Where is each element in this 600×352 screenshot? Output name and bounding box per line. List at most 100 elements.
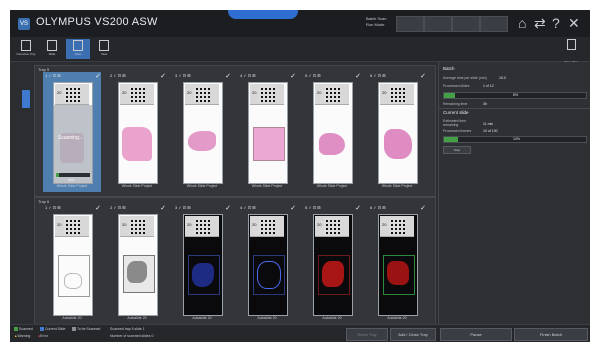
pause-button[interactable]: Pause — [440, 328, 512, 341]
slot-header[interactable]: 5 ✓ ⊡ ⊞ — [305, 73, 321, 78]
finish-batch-button[interactable]: Finish Batch — [514, 328, 588, 341]
slot-header[interactable]: 3 ✓ ⊡ ⊞ — [175, 73, 191, 78]
slide-slot[interactable]: 6 ✓ ⊡ ⊞ ✓ 20 Autoslide 20 — [368, 204, 426, 324]
checkmark-icon[interactable]: ✓ — [355, 72, 361, 80]
slide-slot[interactable]: 4 ✓ ⊡ ⊞ ✓ 20 Whole Slide Project — [238, 72, 296, 192]
qr-code-icon — [129, 218, 145, 234]
scanning-overlay: Scanning... 10% — [54, 105, 92, 183]
slide-slot[interactable]: 4 ✓ ⊡ ⊞ ✓ 20 Autoslide 20 — [238, 204, 296, 324]
checkmark-icon[interactable]: ✓ — [225, 204, 231, 212]
slide-glass[interactable]: 20 — [248, 214, 288, 316]
checkmark-icon[interactable]: ✓ — [95, 72, 101, 80]
checkmark-icon[interactable]: ✓ — [355, 204, 361, 212]
slide-glass[interactable]: 20 — [313, 82, 353, 184]
legend-to-be-scanned: To be Scanned — [72, 327, 100, 332]
slot-header[interactable]: 5 ✓ ⊡ ⊞ — [305, 205, 321, 210]
tray-panel: Tray 6 1 ✓ ⊡ ⊞ ✓ 20 Autoslide 20 2 ✓ ⊡ ⊞ ✓ 20 A… — [34, 197, 436, 325]
tool-label: Scan — [74, 52, 82, 56]
slide-slot[interactable]: 2 ✓ ⊡ ⊞ ✓ 20 Whole Slide Project — [108, 72, 166, 192]
tissue-section — [64, 273, 82, 289]
tissue-section — [319, 133, 345, 155]
slot-header[interactable]: 1 ✓ ⊡ ⊞ — [45, 205, 61, 210]
slide-glass[interactable]: 20 — [378, 82, 418, 184]
checkmark-icon[interactable]: ✓ — [225, 72, 231, 80]
camera-icon[interactable] — [396, 16, 424, 32]
tool-view[interactable]: View — [92, 39, 116, 59]
slide-slot[interactable]: 2 ✓ ⊡ ⊞ ✓ 20 Autoslide 20 — [108, 204, 166, 324]
grid-icon[interactable] — [452, 16, 480, 32]
qr-code-icon — [389, 218, 405, 234]
slide-label-number: 20 — [252, 222, 257, 227]
slot-caption: Whole Slide Project — [381, 184, 413, 188]
slot-header[interactable]: 2 ✓ ⊡ ⊞ — [110, 205, 126, 210]
slide-slot[interactable]: 5 ✓ ⊡ ⊞ ✓ 20 Whole Slide Project — [303, 72, 361, 192]
slide-label-number: 20 — [317, 90, 322, 95]
slide-glass[interactable]: 20 — [248, 82, 288, 184]
tray-side-tab[interactable] — [22, 90, 30, 108]
slot-caption: Whole Slide Project — [186, 184, 218, 188]
slide-slot[interactable]: 1 ✓ ⊡ ⊞ ✓ 20 Autoslide 20 — [43, 204, 101, 324]
scan-info-line: Number of scanned slides 0 — [110, 334, 154, 338]
slide-glass[interactable]: 20 — [183, 214, 223, 316]
processed-slides-label: Processed slides — [443, 84, 470, 88]
slide-slot[interactable]: 3 ✓ ⊡ ⊞ ✓ 20 Whole Slide Project — [173, 72, 231, 192]
tool-scan[interactable]: Scan — [66, 39, 90, 59]
qr-code-icon — [194, 86, 210, 102]
checkmark-icon[interactable]: ✓ — [290, 72, 296, 80]
close-icon[interactable]: ✕ — [568, 15, 580, 31]
slot-progress-fill — [56, 173, 60, 177]
checkmark-icon[interactable]: ✓ — [420, 204, 426, 212]
image-icon[interactable] — [480, 16, 508, 32]
help-icon[interactable]: ? — [552, 15, 560, 31]
slide-slot[interactable]: 6 ✓ ⊡ ⊞ ✓ 20 Whole Slide Project — [368, 72, 426, 192]
slide-glass[interactable]: 20 — [313, 214, 353, 316]
batch-heading: Batch — [443, 66, 455, 71]
tissue-section — [253, 127, 285, 161]
layout-icon[interactable] — [424, 16, 452, 32]
slot-header[interactable]: 3 ✓ ⊡ ⊞ — [175, 205, 191, 210]
slot-header[interactable]: 2 ✓ ⊡ ⊞ — [110, 73, 126, 78]
slot-header[interactable]: 6 ✓ ⊡ ⊞ — [370, 73, 386, 78]
tool-label: View — [100, 52, 108, 56]
slide-icon — [47, 40, 57, 51]
tissue-section — [192, 263, 214, 287]
slot-header[interactable]: 4 ✓ ⊡ ⊞ — [240, 73, 256, 78]
current-slide-heading: Current slide — [443, 110, 469, 115]
slide-glass[interactable]: 20 — [378, 214, 418, 316]
slide-label-number: 20 — [122, 222, 127, 227]
slot-header[interactable]: 1 ✓ ⊡ ⊞ — [45, 73, 61, 78]
slide-glass[interactable]: 20 — [183, 82, 223, 184]
swap-icon[interactable]: ⇄ — [534, 15, 546, 31]
slide-slot[interactable]: 3 ✓ ⊡ ⊞ ✓ 20 Autoslide 20 — [173, 204, 231, 324]
checkmark-icon[interactable]: ✓ — [160, 204, 166, 212]
qr-code-icon — [324, 218, 340, 234]
slide-label-number: 20 — [57, 222, 62, 227]
title-bar: VS OLYMPUS VS200 ASW Batch Scan Run Mode… — [10, 10, 590, 37]
slide-glass[interactable]: 20 Scanning... 10% — [53, 82, 93, 184]
slide-slot[interactable]: 5 ✓ ⊡ ⊞ ✓ 20 Autoslide 20 — [303, 204, 361, 324]
reset-tray-button[interactable]: Reset Tray — [346, 328, 388, 341]
slide-glass[interactable]: 20 — [118, 82, 158, 184]
slide-slot[interactable]: 1 ✓ ⊡ ⊞ ✓ 20 Scanning... 10% Whole Slide Proj… — [43, 72, 101, 192]
batch-progress-fill — [444, 93, 456, 98]
checkmark-icon[interactable]: ✓ — [95, 204, 101, 212]
home-icon[interactable]: ⌂ — [518, 15, 526, 31]
tool-overview-tray[interactable]: Overview Tray — [14, 39, 38, 59]
tool-slide[interactable]: Slide — [40, 39, 64, 59]
checkmark-icon[interactable]: ✓ — [160, 72, 166, 80]
remaining-value: 3h — [483, 102, 487, 106]
slide-glass[interactable]: 20 — [53, 214, 93, 316]
slide-glass[interactable]: 20 — [118, 214, 158, 316]
slot-header[interactable]: 6 ✓ ⊡ ⊞ — [370, 205, 386, 210]
qr-code-icon — [64, 86, 80, 102]
slot-caption: Autoslide 20 — [387, 316, 407, 320]
add-close-tray-button[interactable]: Add / Close Tray — [390, 328, 436, 341]
title-tab-indicator[interactable] — [228, 10, 298, 19]
stop-slide-button[interactable]: Stop — [443, 146, 471, 154]
divider — [439, 108, 590, 109]
batch-status-panel: Batch Average time per slide (min) 15.0 … — [438, 62, 590, 324]
tool-label: Overview Tray — [16, 52, 36, 56]
checkmark-icon[interactable]: ✓ — [420, 72, 426, 80]
slot-header[interactable]: 4 ✓ ⊡ ⊞ — [240, 205, 256, 210]
checkmark-icon[interactable]: ✓ — [290, 204, 296, 212]
